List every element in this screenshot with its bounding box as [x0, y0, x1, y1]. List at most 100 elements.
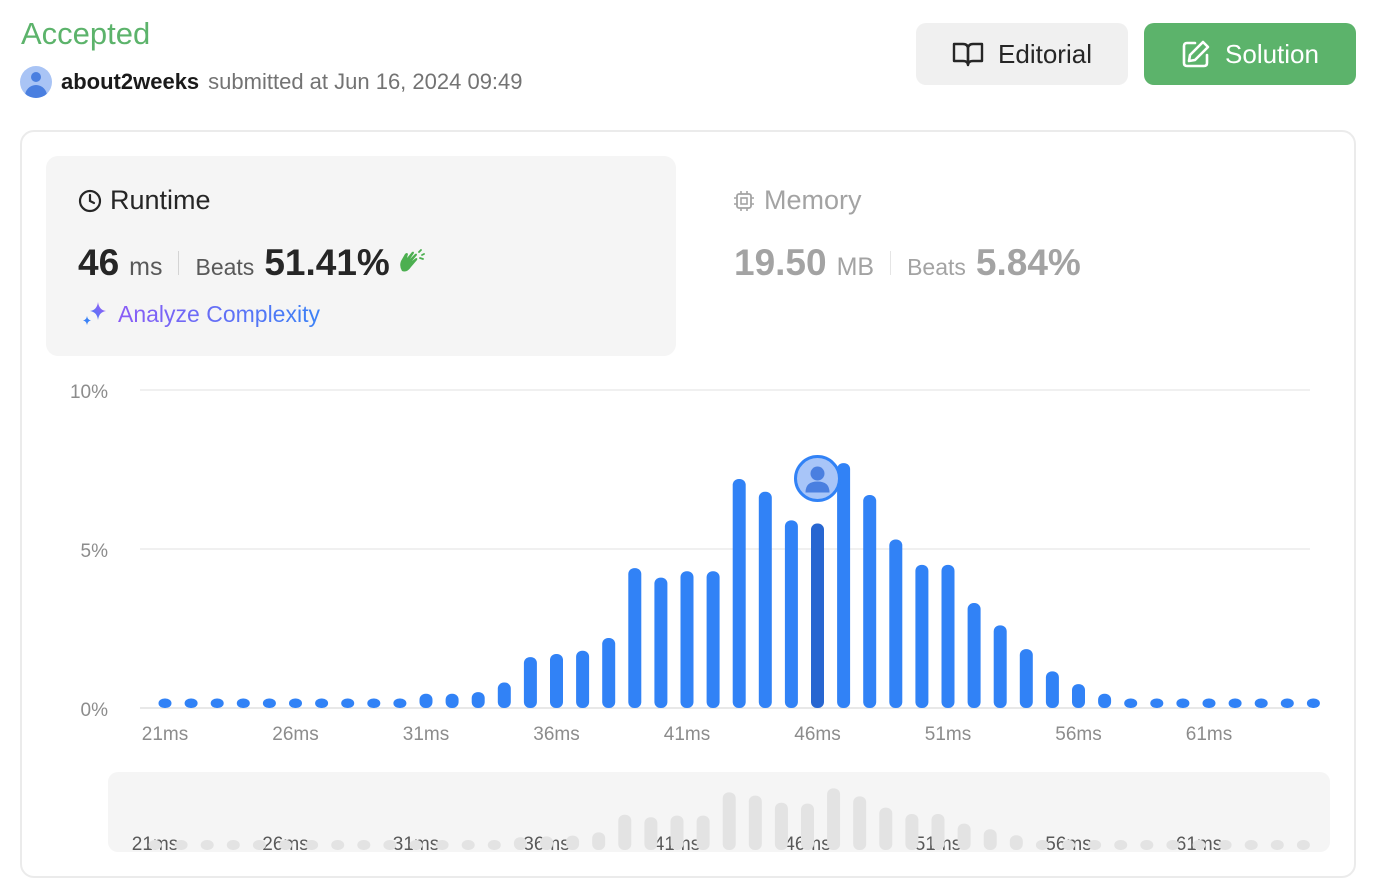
histogram-bar[interactable] [602, 638, 616, 708]
minimap-bar [435, 840, 449, 850]
histogram-bar[interactable] [967, 603, 981, 708]
minimap-bar [1088, 840, 1102, 850]
minimap-bar [618, 814, 632, 850]
histogram-bar[interactable] [262, 698, 276, 708]
histogram-bar[interactable] [1202, 698, 1216, 708]
x-tick-label: 21ms [142, 724, 188, 745]
y-tick-label: 10% [70, 382, 108, 403]
minimap-bar [1218, 840, 1232, 850]
minimap-bar [1140, 840, 1154, 850]
minimap-bar [148, 840, 162, 850]
histogram-bar[interactable] [941, 564, 955, 708]
minimap-bar [513, 837, 527, 850]
minimap-bar [957, 823, 971, 850]
minimap-bar [252, 840, 266, 850]
minimap-bar [905, 814, 919, 850]
x-tick-label: 31ms [403, 724, 449, 745]
minimap-bar [1192, 840, 1206, 850]
minimap-bar [566, 835, 580, 850]
histogram-bar[interactable] [158, 698, 172, 708]
histogram-bar[interactable] [1150, 698, 1164, 708]
histogram-bar[interactable] [732, 479, 746, 708]
minimap-bar [853, 796, 867, 850]
histogram-bar[interactable] [680, 571, 694, 708]
histogram-bar[interactable] [1176, 698, 1190, 708]
minimap-bar [1244, 840, 1258, 850]
histogram-bar[interactable] [889, 539, 903, 708]
x-tick-label: 61ms [1186, 724, 1232, 745]
minimap-bar [748, 795, 762, 850]
minimap-bar [983, 829, 997, 850]
minimap-bar [879, 807, 893, 850]
x-tick-label: 26ms [272, 724, 318, 745]
minimap-bar [305, 840, 319, 850]
histogram-bar[interactable] [1098, 693, 1112, 708]
histogram-bar[interactable] [993, 625, 1007, 708]
minimap-bar [1035, 840, 1049, 850]
minimap-bar [670, 815, 684, 850]
minimap-bar [174, 840, 188, 850]
x-tick-label: 36ms [533, 724, 579, 745]
histogram-bar[interactable] [863, 494, 877, 708]
minimap-bar [1062, 840, 1075, 850]
histogram-bar[interactable] [445, 693, 459, 708]
histogram-bar[interactable] [497, 682, 511, 708]
minimap-bar [200, 840, 214, 850]
histogram-bar[interactable] [471, 692, 485, 708]
minimap-bar [357, 840, 371, 850]
histogram-bar[interactable] [1045, 671, 1059, 708]
histogram-bar[interactable] [184, 698, 198, 708]
minimap-bar [644, 817, 658, 850]
minimap-bar [1114, 840, 1128, 850]
minimap-bar [592, 832, 606, 850]
histogram-bar[interactable] [550, 653, 563, 708]
minimap-bar [696, 815, 710, 850]
minimap-bar [801, 803, 814, 850]
histogram-bar[interactable] [1280, 698, 1294, 708]
minimap-bar [1009, 835, 1023, 850]
histogram-bar[interactable] [1228, 698, 1242, 708]
x-tick-label: 41ms [664, 724, 710, 745]
minimap-bar [487, 840, 501, 850]
histogram-bar[interactable] [236, 698, 250, 708]
histogram-bar[interactable] [289, 698, 302, 708]
x-tick-label: 56ms [1055, 724, 1101, 745]
minimap-bar [383, 840, 397, 850]
runtime-distribution-chart[interactable]: 0%5%10%21ms21ms26ms26ms31ms31ms36ms36ms4… [0, 0, 1384, 886]
x-tick-label: 51ms [925, 724, 971, 745]
histogram-bar[interactable] [523, 657, 537, 708]
minimap-bar [931, 814, 945, 850]
histogram-bar[interactable] [1254, 698, 1268, 708]
minimap-bar [461, 840, 475, 850]
minimap-bar [409, 840, 423, 850]
minimap-bar [1296, 840, 1310, 850]
bar-user-runtime[interactable] [811, 523, 824, 708]
minimap-bar [226, 840, 240, 850]
minimap-bar [827, 788, 841, 850]
histogram-bar[interactable] [1072, 684, 1085, 708]
histogram-bar[interactable] [576, 650, 590, 708]
histogram-bar[interactable] [419, 693, 433, 708]
minimap-bar [774, 802, 788, 850]
histogram-bar[interactable] [393, 698, 407, 708]
histogram-bar[interactable] [784, 520, 798, 708]
user-marker-head [810, 466, 825, 481]
histogram-bar[interactable] [1306, 698, 1320, 708]
histogram-bar[interactable] [758, 491, 772, 708]
histogram-bar[interactable] [367, 698, 381, 708]
histogram-bar[interactable] [1124, 698, 1138, 708]
histogram-bar[interactable] [654, 577, 668, 708]
minimap-bar [1166, 840, 1180, 850]
histogram-bar[interactable] [915, 564, 929, 708]
histogram-bar[interactable] [1019, 649, 1033, 708]
minimap-bar [1270, 840, 1284, 850]
x-tick-label: 46ms [794, 724, 840, 745]
histogram-bar[interactable] [706, 571, 720, 708]
histogram-bar[interactable] [210, 698, 224, 708]
histogram-bar[interactable] [315, 698, 329, 708]
histogram-bar[interactable] [837, 463, 851, 708]
histogram-bar[interactable] [628, 568, 642, 708]
histogram-bar[interactable] [341, 698, 355, 708]
minimap-bar [540, 836, 553, 850]
minimap-bar [279, 840, 292, 850]
